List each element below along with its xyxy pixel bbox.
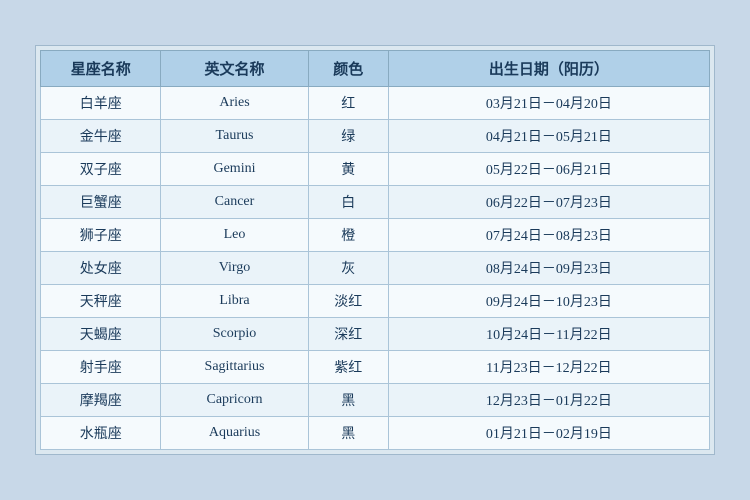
cell-chinese: 摩羯座 [41, 384, 161, 417]
header-chinese-name: 星座名称 [41, 51, 161, 87]
cell-color: 白 [308, 186, 388, 219]
cell-color: 橙 [308, 219, 388, 252]
cell-english: Virgo [161, 252, 308, 285]
cell-english: Capricorn [161, 384, 308, 417]
cell-date: 08月24日－09月23日 [388, 252, 709, 285]
table-row: 巨蟹座Cancer白06月22日－07月23日 [41, 186, 710, 219]
zodiac-table-container: 星座名称 英文名称 颜色 出生日期（阳历） 白羊座Aries红03月21日－04… [35, 45, 715, 455]
cell-english: Aries [161, 87, 308, 120]
table-row: 处女座Virgo灰08月24日－09月23日 [41, 252, 710, 285]
cell-date: 05月22日－06月21日 [388, 153, 709, 186]
cell-date: 03月21日－04月20日 [388, 87, 709, 120]
table-row: 天秤座Libra淡红09月24日－10月23日 [41, 285, 710, 318]
header-color: 颜色 [308, 51, 388, 87]
cell-chinese: 射手座 [41, 351, 161, 384]
cell-english: Scorpio [161, 318, 308, 351]
zodiac-table: 星座名称 英文名称 颜色 出生日期（阳历） 白羊座Aries红03月21日－04… [40, 50, 710, 450]
table-row: 摩羯座Capricorn黑12月23日－01月22日 [41, 384, 710, 417]
cell-color: 黑 [308, 384, 388, 417]
cell-chinese: 天秤座 [41, 285, 161, 318]
cell-chinese: 白羊座 [41, 87, 161, 120]
cell-color: 黑 [308, 417, 388, 450]
cell-color: 紫红 [308, 351, 388, 384]
table-row: 双子座Gemini黄05月22日－06月21日 [41, 153, 710, 186]
table-row: 狮子座Leo橙07月24日－08月23日 [41, 219, 710, 252]
cell-english: Taurus [161, 120, 308, 153]
header-english-name: 英文名称 [161, 51, 308, 87]
cell-english: Sagittarius [161, 351, 308, 384]
cell-color: 黄 [308, 153, 388, 186]
cell-english: Cancer [161, 186, 308, 219]
cell-chinese: 双子座 [41, 153, 161, 186]
cell-chinese: 水瓶座 [41, 417, 161, 450]
cell-date: 11月23日－12月22日 [388, 351, 709, 384]
cell-date: 01月21日－02月19日 [388, 417, 709, 450]
cell-color: 绿 [308, 120, 388, 153]
cell-date: 12月23日－01月22日 [388, 384, 709, 417]
cell-color: 深红 [308, 318, 388, 351]
header-birth-date: 出生日期（阳历） [388, 51, 709, 87]
cell-chinese: 狮子座 [41, 219, 161, 252]
cell-color: 淡红 [308, 285, 388, 318]
cell-english: Libra [161, 285, 308, 318]
cell-chinese: 巨蟹座 [41, 186, 161, 219]
table-row: 天蝎座Scorpio深红10月24日－11月22日 [41, 318, 710, 351]
cell-chinese: 天蝎座 [41, 318, 161, 351]
table-row: 水瓶座Aquarius黑01月21日－02月19日 [41, 417, 710, 450]
cell-chinese: 处女座 [41, 252, 161, 285]
table-row: 射手座Sagittarius紫红11月23日－12月22日 [41, 351, 710, 384]
table-row: 白羊座Aries红03月21日－04月20日 [41, 87, 710, 120]
cell-english: Gemini [161, 153, 308, 186]
cell-english: Aquarius [161, 417, 308, 450]
cell-date: 06月22日－07月23日 [388, 186, 709, 219]
cell-chinese: 金牛座 [41, 120, 161, 153]
cell-date: 09月24日－10月23日 [388, 285, 709, 318]
table-row: 金牛座Taurus绿04月21日－05月21日 [41, 120, 710, 153]
cell-date: 07月24日－08月23日 [388, 219, 709, 252]
cell-color: 红 [308, 87, 388, 120]
cell-english: Leo [161, 219, 308, 252]
cell-date: 04月21日－05月21日 [388, 120, 709, 153]
table-header-row: 星座名称 英文名称 颜色 出生日期（阳历） [41, 51, 710, 87]
cell-date: 10月24日－11月22日 [388, 318, 709, 351]
cell-color: 灰 [308, 252, 388, 285]
